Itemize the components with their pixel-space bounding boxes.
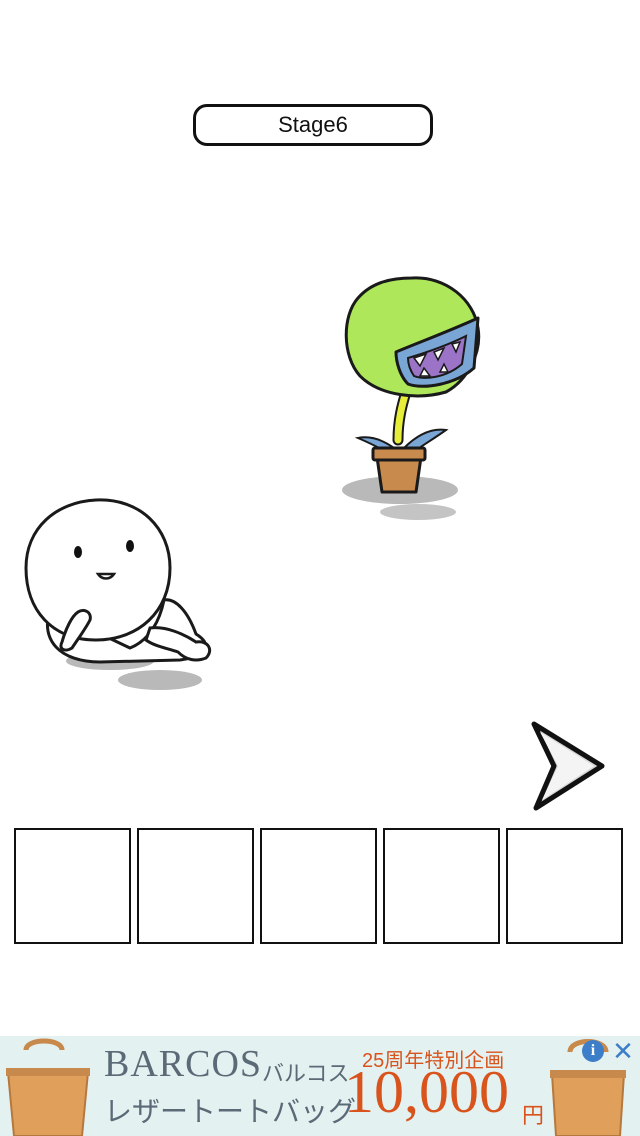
ad-brand: BARCOS	[104, 1043, 263, 1085]
tote-bag-image	[6, 1038, 90, 1136]
ad-product: レザートートバッグ	[104, 1096, 357, 1127]
piranha-plant[interactable]	[344, 276, 481, 494]
game-scene	[24, 276, 481, 690]
inventory-slot[interactable]	[260, 828, 377, 944]
inventory-slot[interactable]	[137, 828, 254, 944]
ad-info-icon[interactable]: i	[582, 1040, 604, 1062]
inventory-slot[interactable]	[383, 828, 500, 944]
ad-price: 10,000	[344, 1059, 509, 1125]
inventory-slot[interactable]	[506, 828, 623, 944]
ad-close-icon[interactable]: ✕	[610, 1038, 636, 1064]
next-arrow-button[interactable]	[524, 718, 608, 814]
ad-brand-kana: バルコス	[262, 1061, 350, 1086]
ad-banner[interactable]: BARCOS バルコス レザートートバッグ 25周年特別企画 10,000 円 …	[0, 1036, 640, 1136]
inventory-bar	[14, 828, 623, 944]
inventory-slot[interactable]	[14, 828, 131, 944]
ad-currency: 円	[522, 1103, 545, 1128]
ghost-character[interactable]	[24, 498, 212, 664]
